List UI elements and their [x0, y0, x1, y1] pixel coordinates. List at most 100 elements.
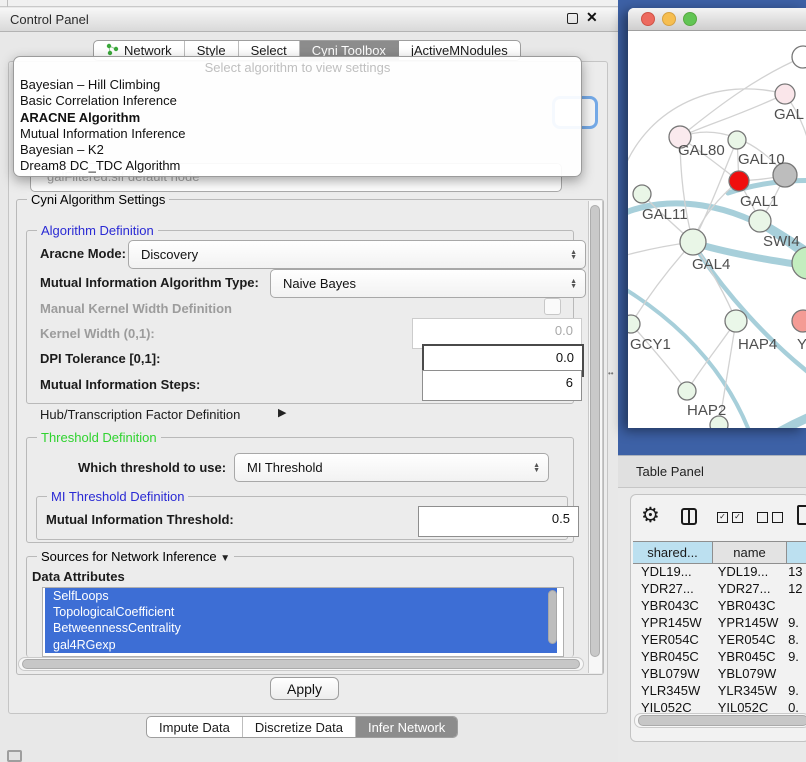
- mi-threshold-field[interactable]: 0.5: [418, 506, 579, 537]
- minimize-window-icon[interactable]: [662, 12, 676, 26]
- attribute-item[interactable]: SelfLoops: [45, 588, 557, 604]
- attribute-item[interactable]: BetweennessCentrality: [45, 620, 557, 636]
- control-panel-titlebar: Control Panel: [0, 8, 618, 32]
- network-node-label: GCY1: [630, 336, 671, 353]
- panel-divider-grip[interactable]: ••: [608, 369, 614, 379]
- attribute-item[interactable]: gal4RGexp: [45, 637, 557, 653]
- algorithm-option[interactable]: Bayesian – Hill Climbing: [14, 77, 581, 93]
- algorithm-option[interactable]: Dream8 DC_TDC Algorithm: [14, 158, 581, 174]
- network-node-label: HAP4: [738, 336, 777, 353]
- network-node[interactable]: [729, 171, 749, 191]
- network-node[interactable]: [633, 185, 651, 203]
- network-node-label: GAL10: [738, 151, 785, 168]
- bottom-tab-item[interactable]: Discretize Data: [243, 717, 356, 737]
- network-node[interactable]: [792, 247, 806, 279]
- algorithm-dropdown-popup: Select algorithm to view settings Bayesi…: [13, 56, 582, 177]
- table-row[interactable]: YLR345W YLR345W 9.: [633, 682, 806, 699]
- unselect-all-columns-icon[interactable]: [757, 512, 783, 523]
- export-table-icon[interactable]: [797, 505, 806, 525]
- which-threshold-label: Which threshold to use:: [78, 460, 226, 475]
- network-canvas[interactable]: GALGAL80GAL10GAL1GAL11SWI4GAL4GCY1HAP4YH…: [628, 31, 806, 428]
- column-header-name[interactable]: name: [713, 542, 787, 563]
- table-hscrollbar-thumb[interactable]: [638, 715, 806, 726]
- panel-title: Control Panel: [10, 12, 89, 27]
- aracne-mode-combo[interactable]: Discovery ▲▼: [128, 240, 586, 269]
- stepper-icon: ▲▼: [533, 463, 540, 473]
- table-row[interactable]: YBL079W YBL079W: [633, 665, 806, 682]
- table-body: YDL19... YDL19... 13 YDR27... YDR27... 1…: [633, 563, 806, 716]
- settings-vscrollbar-thumb[interactable]: [590, 205, 600, 657]
- zoom-window-icon[interactable]: [683, 12, 697, 26]
- table-row[interactable]: YDR27... YDR27... 12: [633, 580, 806, 597]
- network-node[interactable]: [628, 315, 640, 333]
- network-node-label: HAP2: [687, 402, 726, 419]
- table-row[interactable]: YDL19... YDL19... 13: [633, 563, 806, 580]
- gear-icon[interactable]: ⚙: [641, 503, 660, 528]
- column-header-shared-name[interactable]: shared...: [633, 542, 713, 563]
- table-panel-title: Table Panel: [636, 464, 704, 479]
- which-threshold-combo[interactable]: MI Threshold ▲▼: [234, 453, 549, 482]
- stepper-icon: ▲▼: [570, 279, 577, 289]
- network-node[interactable]: [678, 382, 696, 400]
- algorithm-prompt: Select algorithm to view settings: [14, 59, 581, 77]
- close-icon[interactable]: ✕: [586, 9, 598, 26]
- collapsed-panel-icon[interactable]: [7, 750, 22, 762]
- attributes-scrollbar[interactable]: [548, 590, 557, 644]
- table-row[interactable]: YPR145W YPR145W 9.: [633, 614, 806, 631]
- network-node[interactable]: [749, 210, 771, 232]
- attribute-item[interactable]: TopologicalCoefficient: [45, 604, 557, 620]
- select-all-columns-icon[interactable]: ✓ ✓: [717, 512, 743, 523]
- table-row[interactable]: YER054C YER054C 8.: [633, 631, 806, 648]
- network-node-label: GAL1: [740, 193, 778, 210]
- table-panel-card: ⚙ ✓ ✓ shared... name A YDL19... YDL19...…: [630, 494, 806, 742]
- table-row[interactable]: YBR043C YBR043C: [633, 597, 806, 614]
- apply-button[interactable]: Apply: [270, 677, 339, 700]
- threshold-definition-title: Threshold Definition: [37, 430, 161, 445]
- column-header-partial[interactable]: A: [787, 542, 806, 563]
- network-node[interactable]: [725, 310, 747, 332]
- network-node[interactable]: [792, 310, 806, 332]
- bottom-tab-item[interactable]: Impute Data: [147, 717, 243, 737]
- manual-kernel-checkbox[interactable]: [544, 298, 561, 315]
- algorithm-option[interactable]: ARACNE Algorithm: [14, 110, 581, 126]
- network-node[interactable]: [728, 131, 746, 149]
- settings-hscrollbar-thumb[interactable]: [22, 659, 580, 669]
- network-node[interactable]: [680, 229, 706, 255]
- kernel-width-label: Kernel Width (0,1):: [40, 326, 155, 341]
- data-attributes-list[interactable]: SelfLoops TopologicalCoefficient Between…: [42, 587, 564, 657]
- manual-kernel-label: Manual Kernel Width Definition: [40, 301, 232, 316]
- screen: { "colors": { "desktop_blue": "#3D61A6",…: [0, 0, 806, 762]
- close-window-icon[interactable]: [641, 12, 655, 26]
- settings-group-title: Cyni Algorithm Settings: [27, 192, 169, 207]
- table-row[interactable]: YBR045C YBR045C 9.: [633, 648, 806, 665]
- bottom-tab-item[interactable]: Infer Network: [356, 717, 457, 737]
- mi-type-label: Mutual Information Algorithm Type:: [40, 275, 259, 290]
- network-node[interactable]: [792, 46, 806, 68]
- network-node-label: GAL80: [678, 142, 725, 159]
- network-node-label: SWI4: [763, 233, 800, 250]
- algorithm-option[interactable]: Mutual Information Inference: [14, 126, 581, 142]
- mi-type-combo[interactable]: Naive Bayes ▲▼: [270, 269, 586, 298]
- aracne-mode-label: Aracne Mode:: [40, 246, 126, 261]
- bottom-tabs: Impute Data Discretize Data Infer Networ…: [146, 716, 458, 738]
- network-node-label: GAL11: [642, 206, 688, 223]
- float-panel-icon[interactable]: [567, 13, 578, 24]
- window-top-divider: [7, 0, 8, 7]
- mi-steps-field[interactable]: 6: [422, 370, 582, 401]
- network-window-titlebar[interactable]: [628, 8, 806, 31]
- collapsed-arrow-icon[interactable]: ▶: [278, 406, 286, 419]
- network-edge[interactable]: [631, 324, 687, 391]
- algorithm-option[interactable]: Basic Correlation Inference: [14, 93, 581, 109]
- algorithm-option[interactable]: Bayesian – K2: [14, 142, 581, 158]
- network-node[interactable]: [775, 84, 795, 104]
- network-edge[interactable]: [631, 242, 693, 324]
- mi-threshold-label: Mutual Information Threshold:: [46, 512, 234, 527]
- show-columns-icon[interactable]: [681, 508, 697, 525]
- network-edge[interactable]: [687, 321, 736, 391]
- expanded-arrow-icon[interactable]: ▼: [220, 553, 230, 564]
- network-edge[interactable]: [680, 94, 785, 137]
- network-edge[interactable]: [748, 406, 806, 428]
- table-panel-titlebar: Table Panel: [618, 455, 806, 488]
- hub-definition-label: Hub/Transcription Factor Definition: [40, 407, 240, 422]
- table-header-row: shared... name A: [633, 541, 806, 564]
